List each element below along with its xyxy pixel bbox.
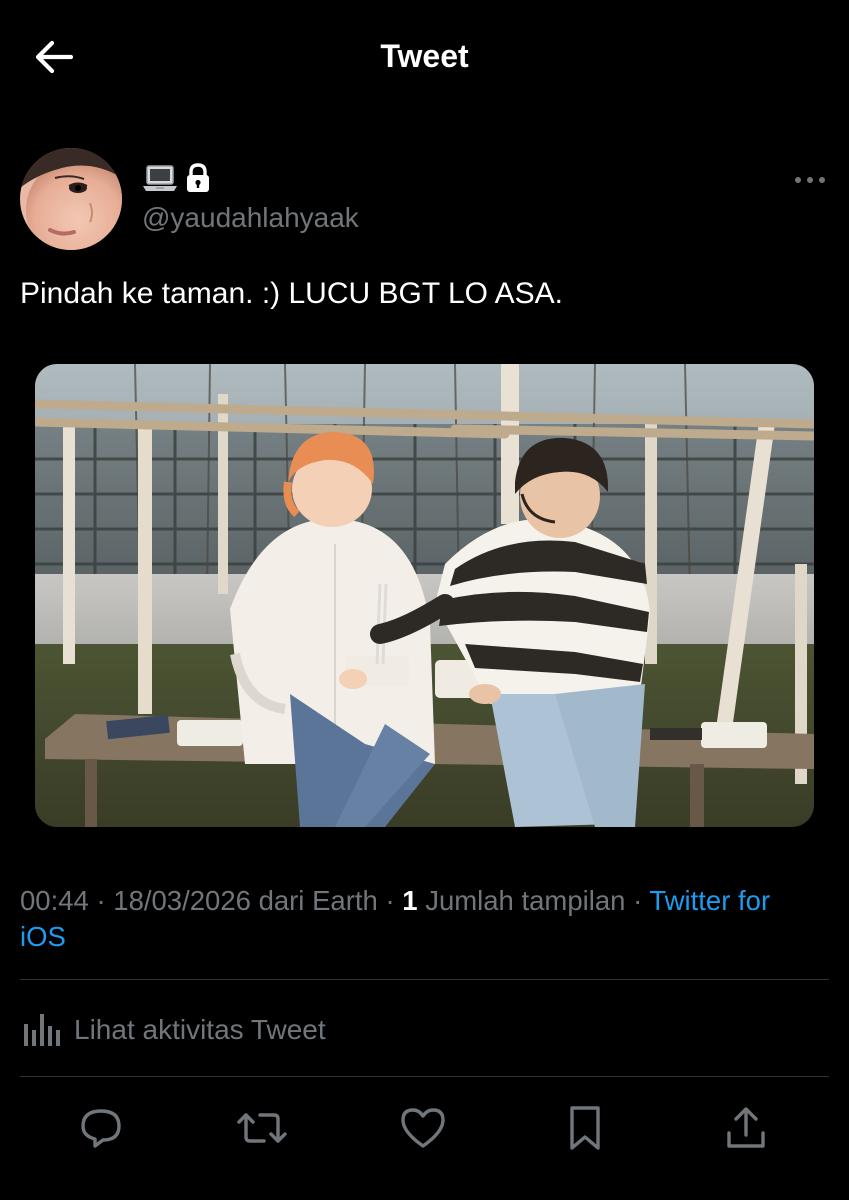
divider	[20, 979, 829, 980]
activity-label: Lihat aktivitas Tweet	[74, 1014, 326, 1045]
divider	[20, 1076, 829, 1077]
display-name	[142, 160, 212, 196]
location-prefix: dari	[258, 885, 305, 916]
tweet-photo[interactable]	[35, 364, 814, 827]
view-tweet-activity[interactable]: Lihat aktivitas Tweet	[20, 1008, 326, 1052]
retweet-icon	[237, 1113, 287, 1143]
analytics-bars-icon	[24, 1014, 60, 1046]
page-title: Tweet	[380, 38, 469, 74]
reply-button[interactable]	[73, 1100, 129, 1156]
share-button[interactable]	[718, 1100, 774, 1156]
meta-separator: ·	[385, 885, 395, 916]
meta-separator: ·	[633, 885, 643, 916]
avatar[interactable]	[20, 148, 122, 250]
meta-separator: ·	[96, 885, 106, 916]
laptop-emoji	[143, 165, 177, 191]
like-button[interactable]	[395, 1100, 451, 1156]
retweet-button[interactable]	[234, 1100, 290, 1156]
views-label: Jumlah tampilan	[425, 885, 626, 916]
tweet-metadata: 00:44 · 18/03/2026 dari Earth · 1 Jumlah…	[20, 883, 820, 955]
tweet-location: Earth	[312, 885, 378, 916]
lock-icon	[187, 163, 209, 192]
views-count: 1	[402, 885, 418, 916]
heart-icon	[401, 1108, 445, 1148]
top-bar: Tweet	[0, 0, 849, 115]
more-options-button[interactable]	[790, 166, 830, 194]
more-dots-icon	[795, 177, 825, 183]
share-upload-icon	[727, 1107, 765, 1148]
tweet-date: 18/03/2026	[113, 885, 251, 916]
tweet-text: Pindah ke taman. :) LUCU BGT LO ASA.	[20, 277, 564, 310]
tweet-time: 00:44	[20, 885, 89, 916]
tweet-action-bar	[0, 1100, 849, 1160]
user-handle[interactable]: @yaudahlahyaak	[142, 202, 359, 234]
photo-illustration	[35, 364, 814, 827]
bookmark-button[interactable]	[557, 1100, 613, 1156]
bookmark-icon	[570, 1106, 600, 1150]
tweet-author: @yaudahlahyaak	[20, 148, 830, 253]
tweet-detail-page: Tweet @yaudahlahyaak Pindah ke taman.:)…	[0, 0, 849, 1200]
avatar-photo	[20, 148, 122, 250]
reply-bubble-icon	[81, 1109, 121, 1148]
